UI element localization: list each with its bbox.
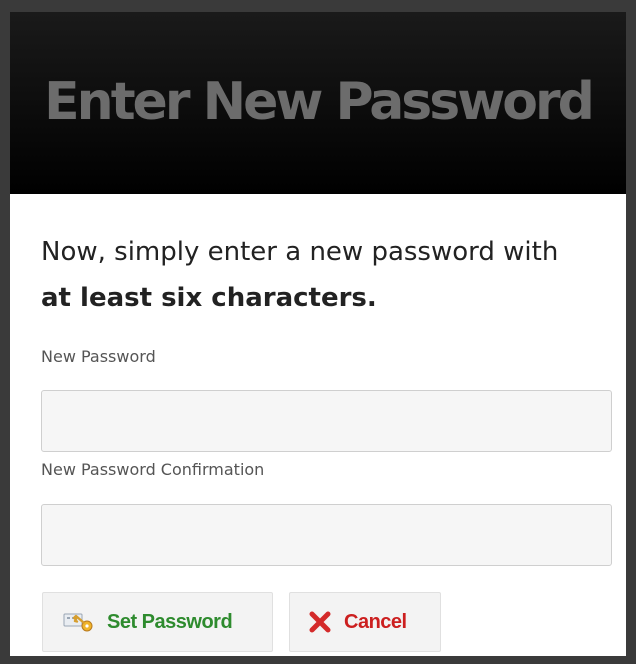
intro-text: Now, simply enter a new password with at… — [41, 229, 611, 321]
dialog-panel: Enter New Password Now, simply enter a n… — [10, 12, 626, 656]
set-password-button[interactable]: Set Password — [42, 592, 273, 652]
x-icon — [308, 610, 332, 634]
key-icon — [63, 611, 95, 633]
cancel-label: Cancel — [344, 610, 407, 633]
new-password-input[interactable] — [41, 390, 612, 452]
intro-emphasis: at least six characters. — [41, 283, 377, 313]
dialog-title: Enter New Password — [44, 72, 595, 132]
intro-sentence: Now, simply enter a new password with — [41, 237, 559, 267]
password-confirmation-input[interactable] — [41, 504, 612, 566]
password-confirmation-label: New Password Confirmation — [41, 460, 265, 479]
password-dialog: Enter New Password Now, simply enter a n… — [0, 0, 636, 664]
new-password-label: New Password — [41, 347, 156, 366]
dialog-header: Enter New Password — [10, 12, 626, 194]
cancel-button[interactable]: Cancel — [289, 592, 441, 652]
set-password-label: Set Password — [107, 610, 233, 633]
dialog-body: Now, simply enter a new password with at… — [10, 194, 626, 656]
